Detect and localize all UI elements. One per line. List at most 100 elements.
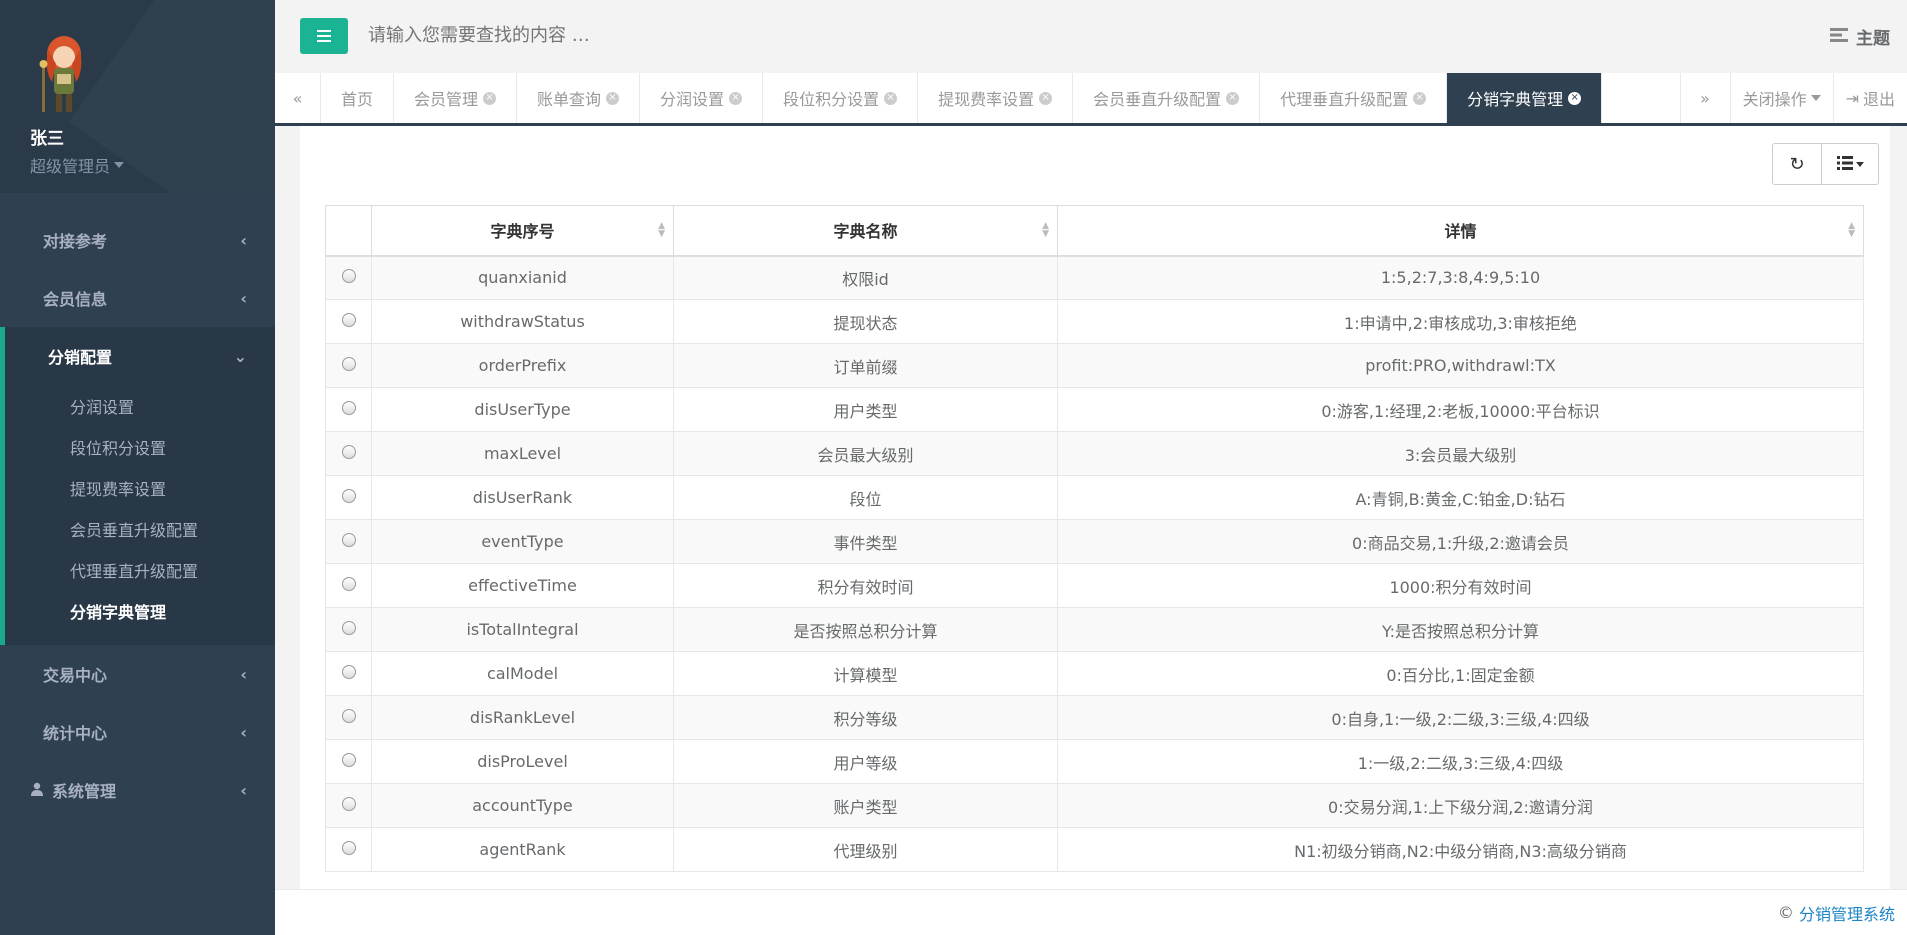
search-input[interactable] bbox=[368, 25, 968, 46]
sidebar-subitem-withdraw-fee-settings[interactable]: 提现费率设置 bbox=[5, 467, 275, 508]
dict-name-cell: 段位 bbox=[673, 475, 1058, 520]
close-operations-label: 关闭操作 bbox=[1742, 90, 1807, 109]
row-radio-button[interactable] bbox=[341, 401, 356, 415]
dict-code-cell: disProLevel bbox=[371, 739, 674, 784]
row-radio-button[interactable] bbox=[341, 665, 356, 679]
row-radio-button[interactable] bbox=[341, 753, 356, 767]
row-select-cell bbox=[325, 475, 372, 520]
close-icon[interactable]: × bbox=[1413, 91, 1427, 105]
table-row[interactable]: eventType 事件类型 0:商品交易,1:升级,2:邀请会员 bbox=[325, 519, 1864, 564]
tab-withdraw-fee-settings[interactable]: 提现费率设置 × bbox=[918, 73, 1074, 123]
close-icon[interactable]: × bbox=[1039, 91, 1053, 105]
close-icon[interactable]: × bbox=[1226, 91, 1240, 105]
table-row[interactable]: withdrawStatus 提现状态 1:申请中,2:审核成功,3:审核拒绝 bbox=[325, 299, 1864, 344]
tab-agent-upgrade-config[interactable]: 代理垂直升级配置 × bbox=[1260, 73, 1448, 123]
logout-button[interactable]: ⇥ 退出 bbox=[1832, 73, 1907, 123]
row-select-cell bbox=[325, 783, 372, 828]
row-radio-button[interactable] bbox=[341, 445, 356, 459]
dict-code-cell: agentRank bbox=[371, 827, 674, 872]
row-radio-button[interactable] bbox=[341, 621, 356, 635]
close-operations-dropdown[interactable]: 关闭操作 bbox=[1729, 73, 1833, 123]
system-name-link[interactable]: 分销管理系统 bbox=[1799, 901, 1895, 925]
user-role-dropdown[interactable]: 超级管理员 bbox=[30, 153, 275, 177]
close-icon[interactable]: × bbox=[606, 91, 620, 105]
chevron-down-icon: ⌄ bbox=[233, 346, 247, 366]
chevron-left-icon: ‹ bbox=[240, 230, 247, 250]
tab-profit-settings[interactable]: 分润设置 × bbox=[640, 73, 764, 123]
row-radio-button[interactable] bbox=[341, 841, 356, 855]
row-radio-button[interactable] bbox=[341, 269, 356, 284]
close-icon[interactable]: × bbox=[1568, 91, 1582, 105]
sidebar-subitem-dictionary-management[interactable]: 分销字典管理 bbox=[5, 590, 275, 631]
table-row[interactable]: disRankLevel 积分等级 0:自身,1:一级,2:二级,3:三级,4:四级 bbox=[325, 695, 1864, 740]
sidebar-item-label: 统计中心 bbox=[43, 724, 108, 743]
row-select-cell bbox=[325, 695, 372, 740]
dict-name-cell: 是否按照总积分计算 bbox=[673, 607, 1058, 652]
refresh-button[interactable]: ↻ bbox=[1772, 143, 1822, 185]
row-radio-button[interactable] bbox=[341, 797, 356, 811]
details-cell: 1000:积分有效时间 bbox=[1057, 563, 1864, 608]
sidebar-subitem-profit-settings[interactable]: 分润设置 bbox=[5, 385, 275, 426]
select-column-header bbox=[325, 205, 372, 257]
tab-label: 账单查询 bbox=[537, 90, 602, 109]
table-row[interactable]: agentRank 代理级别 N1:初级分销商,N2:中级分销商,N3:高级分销商 bbox=[325, 827, 1864, 872]
row-radio-button[interactable] bbox=[341, 709, 356, 723]
details-cell: 0:商品交易,1:升级,2:邀请会员 bbox=[1057, 519, 1864, 564]
sidebar-item-trade-center[interactable]: 交易中心 ‹ bbox=[0, 645, 275, 703]
close-icon[interactable]: × bbox=[884, 91, 898, 105]
sidebar-item-system-management[interactable]: 系统管理 ‹ bbox=[0, 761, 275, 819]
tab-label: 分润设置 bbox=[660, 90, 725, 109]
table-row[interactable]: disUserType 用户类型 0:游客,1:经理,2:老板,10000:平台标识 bbox=[325, 387, 1864, 432]
column-header-dict-code[interactable]: 字典序号 ▲ ▼ bbox=[371, 205, 674, 257]
dict-code-cell: effectiveTime bbox=[371, 563, 674, 608]
table-row[interactable]: accountType 账户类型 0:交易分润,1:上下级分润,2:邀请分润 bbox=[325, 783, 1864, 828]
close-icon[interactable]: × bbox=[483, 91, 497, 105]
row-select-cell bbox=[325, 299, 372, 344]
dict-name-cell: 积分等级 bbox=[673, 695, 1058, 740]
row-radio-button[interactable] bbox=[341, 357, 356, 371]
dict-name-cell: 用户等级 bbox=[673, 739, 1058, 784]
row-select-cell bbox=[325, 343, 372, 388]
tabs-scroll-right-icon[interactable]: » bbox=[1679, 73, 1730, 123]
table-row[interactable]: isTotalIntegral 是否按照总积分计算 Y:是否按照总积分计算 bbox=[325, 607, 1864, 652]
table-row[interactable]: quanxianid 权限id 1:5,2:7,3:8,4:9,5:10 bbox=[325, 255, 1864, 300]
row-radio-button[interactable] bbox=[341, 577, 356, 591]
menu-toggle-button[interactable] bbox=[300, 17, 348, 54]
table-row[interactable]: maxLevel 会员最大级别 3:会员最大级别 bbox=[325, 431, 1864, 476]
sidebar-subitem-member-upgrade-config[interactable]: 会员垂直升级配置 bbox=[5, 508, 275, 549]
tabs-scroll-left-icon[interactable]: « bbox=[275, 73, 321, 123]
row-select-cell bbox=[325, 431, 372, 476]
row-radio-button[interactable] bbox=[341, 313, 356, 327]
sidebar-item-member-info[interactable]: 会员信息 ‹ bbox=[0, 269, 275, 327]
column-header-details[interactable]: 详情 ▲ ▼ bbox=[1057, 205, 1864, 257]
top-header: 主题 bbox=[275, 0, 1907, 71]
table-row[interactable]: disProLevel 用户等级 1:一级,2:二级,3:三级,4:四级 bbox=[325, 739, 1864, 784]
sidebar-item-stats-center[interactable]: 统计中心 ‹ bbox=[0, 703, 275, 761]
table-row[interactable]: calModel 计算模型 0:百分比,1:固定金额 bbox=[325, 651, 1864, 696]
sidebar-subitem-rank-points-settings[interactable]: 段位积分设置 bbox=[5, 426, 275, 467]
tab-member-management[interactable]: 会员管理 × bbox=[394, 73, 518, 123]
avatar[interactable] bbox=[30, 30, 98, 120]
logout-icon: ⇥ bbox=[1845, 88, 1859, 108]
details-cell: 0:百分比,1:固定金额 bbox=[1057, 651, 1864, 696]
sidebar-item-label: 交易中心 bbox=[43, 666, 108, 685]
tab-member-upgrade-config[interactable]: 会员垂直升级配置 × bbox=[1073, 73, 1261, 123]
tab-rank-points-settings[interactable]: 段位积分设置 × bbox=[763, 73, 919, 123]
column-header-dict-name[interactable]: 字典名称 ▲ ▼ bbox=[673, 205, 1058, 257]
table-row[interactable]: orderPrefix 订单前缀 profit:PRO,withdrawl:TX bbox=[325, 343, 1864, 388]
tab-home[interactable]: 首页 bbox=[321, 73, 395, 123]
sidebar-item-distribution-config[interactable]: 分销配置 ⌄ bbox=[5, 327, 275, 385]
tab-bill-query[interactable]: 账单查询 × bbox=[517, 73, 641, 123]
tab-label: 段位积分设置 bbox=[783, 90, 880, 109]
row-radio-button[interactable] bbox=[341, 489, 356, 503]
close-icon[interactable]: × bbox=[729, 91, 743, 105]
row-radio-button[interactable] bbox=[341, 533, 356, 547]
table-row[interactable]: disUserRank 段位 A:青铜,B:黄金,C:铂金,D:钻石 bbox=[325, 475, 1864, 520]
theme-button[interactable]: 主题 bbox=[1830, 24, 1890, 49]
tab-dictionary-management[interactable]: 分销字典管理 × bbox=[1447, 73, 1603, 123]
table-row[interactable]: effectiveTime 积分有效时间 1000:积分有效时间 bbox=[325, 563, 1864, 608]
sidebar-item-api-reference[interactable]: 对接参考 ‹ bbox=[0, 211, 275, 269]
columns-toggle-button[interactable] bbox=[1822, 143, 1879, 185]
sidebar-subitem-agent-upgrade-config[interactable]: 代理垂直升级配置 bbox=[5, 549, 275, 590]
tab-label: 分销字典管理 bbox=[1467, 90, 1564, 109]
